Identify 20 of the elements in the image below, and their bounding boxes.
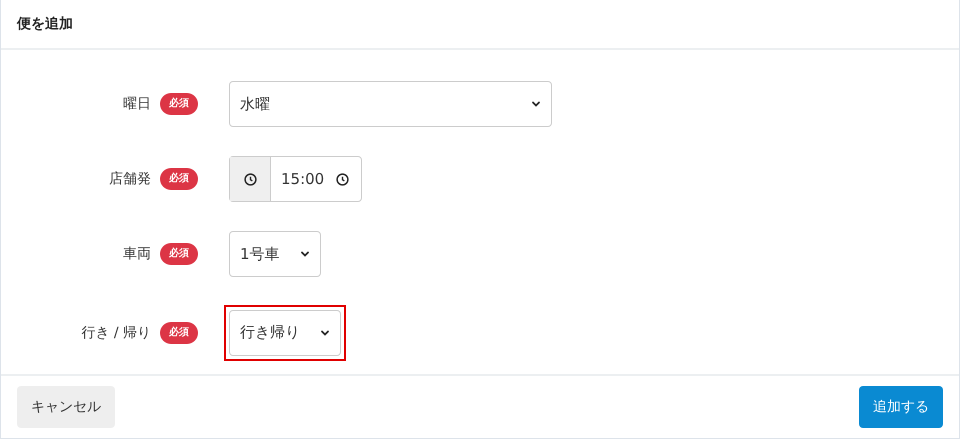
required-badge: 必須 bbox=[160, 168, 198, 190]
clock-icon bbox=[244, 172, 256, 186]
clock-icon bbox=[336, 172, 350, 186]
field-label: 行き / 帰り bbox=[81, 324, 151, 342]
chevron-icon bbox=[531, 99, 541, 110]
field-label: 車両 bbox=[123, 245, 151, 264]
cancel-button[interactable]: キャンセル bbox=[17, 386, 115, 428]
field-label: 曜日 bbox=[123, 95, 151, 114]
required-badge: 必須 bbox=[160, 243, 198, 266]
time-field[interactable]: 15:00 bbox=[229, 156, 362, 202]
select-field[interactable]: 1号車 bbox=[229, 231, 321, 278]
add-button[interactable]: 追加する bbox=[859, 386, 943, 428]
chevron-icon bbox=[300, 249, 310, 260]
required-badge: 必須 bbox=[160, 322, 198, 344]
select-field[interactable]: 行き帰り bbox=[229, 310, 341, 356]
field-label: 店舗発 bbox=[109, 170, 151, 188]
chevron-icon bbox=[320, 328, 330, 338]
dialog-title: 便を追加 bbox=[17, 14, 73, 33]
select-field[interactable]: 水曜 bbox=[229, 81, 552, 128]
required-badge: 必須 bbox=[160, 93, 198, 116]
